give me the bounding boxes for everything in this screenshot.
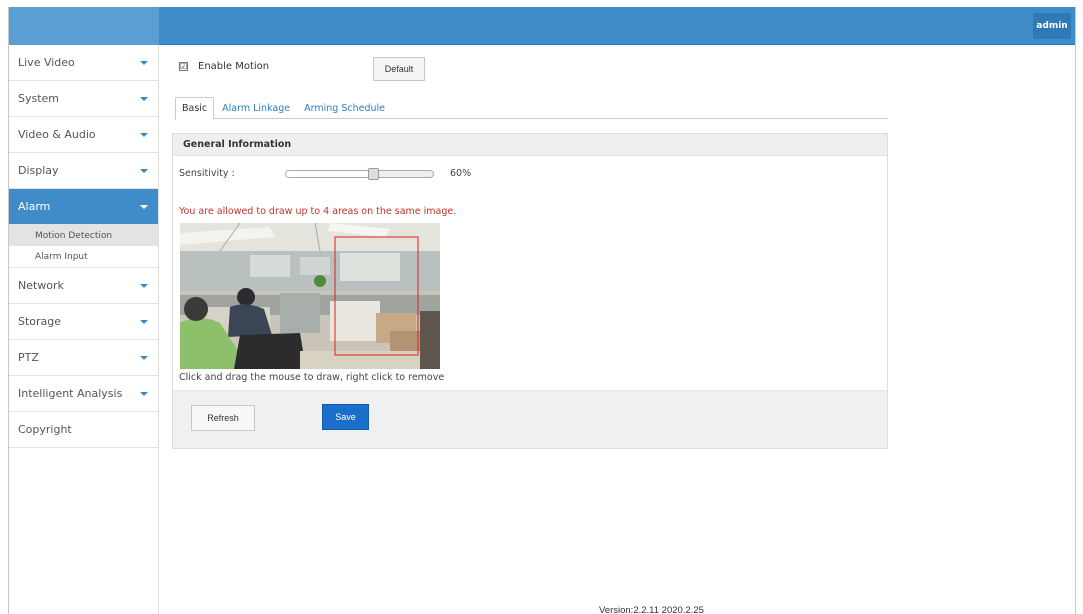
sidebar-item-system[interactable]: System <box>9 81 158 117</box>
sidebar: Live Video System Video & Audio Display … <box>9 45 159 614</box>
sensitivity-slider[interactable] <box>285 168 434 180</box>
chevron-down-icon <box>140 132 148 137</box>
sidebar-item-label: Video & Audio <box>18 128 96 141</box>
sidebar-item-label: Alarm <box>18 200 51 213</box>
user-menu-button[interactable]: admin <box>1033 13 1071 39</box>
refresh-button[interactable]: Refresh <box>191 405 255 431</box>
sensitivity-value: 60% <box>450 168 472 179</box>
sidebar-item-label: Intelligent Analysis <box>18 387 123 400</box>
sidebar-item-label: PTZ <box>18 351 39 364</box>
chevron-down-icon <box>140 204 148 209</box>
version-text: Version:2.2.11 2020.2.25 <box>599 605 704 614</box>
sidebar-item-label: Live Video <box>18 56 75 69</box>
sidebar-item-live-video[interactable]: Live Video <box>9 45 158 81</box>
draw-limit-warning: You are allowed to draw up to 4 areas on… <box>179 206 457 217</box>
camera-preview-image <box>180 223 440 369</box>
sidebar-item-label: Network <box>18 279 64 292</box>
sidebar-item-storage[interactable]: Storage <box>9 304 158 340</box>
sidebar-item-alarm[interactable]: Alarm <box>9 189 158 225</box>
sidebar-item-label: Copyright <box>18 423 72 436</box>
motion-area-canvas[interactable] <box>180 223 440 369</box>
sidebar-item-intelligent-analysis[interactable]: Intelligent Analysis <box>9 376 158 412</box>
logo-area <box>9 7 159 45</box>
slider-track-fill <box>286 171 374 177</box>
chevron-down-icon <box>140 319 148 324</box>
chevron-down-icon <box>140 391 148 396</box>
app-frame: admin Live Video System Video & Audio Di… <box>8 7 1076 614</box>
sensitivity-label: Sensitivity : <box>179 168 235 179</box>
sidebar-item-network[interactable]: Network <box>9 268 158 304</box>
tab-arming-schedule[interactable]: Arming Schedule <box>298 97 391 119</box>
chevron-down-icon <box>140 96 148 101</box>
save-button[interactable]: Save <box>322 404 369 430</box>
sidebar-item-ptz[interactable]: PTZ <box>9 340 158 376</box>
sidebar-item-label: Storage <box>18 315 62 328</box>
tab-alarm-linkage[interactable]: Alarm Linkage <box>216 97 296 119</box>
enable-motion-checkbox[interactable]: ☑ <box>179 62 188 71</box>
chevron-down-icon <box>140 60 148 65</box>
panel-footer: Refresh Save <box>173 390 887 448</box>
general-information-panel: General Information Sensitivity : 60% Yo… <box>172 133 888 449</box>
sidebar-item-display[interactable]: Display <box>9 153 158 189</box>
main-content: ☑ Enable Motion Default Basic Alarm Link… <box>159 45 1075 614</box>
panel-title: General Information <box>173 134 887 156</box>
chevron-down-icon <box>140 355 148 360</box>
tab-bar: Basic Alarm Linkage Arming Schedule <box>175 97 888 120</box>
top-bar: admin <box>9 7 1075 45</box>
sidebar-subitem-motion-detection[interactable]: Motion Detection <box>9 225 158 246</box>
sidebar-item-label: System <box>18 92 60 105</box>
chevron-down-icon <box>140 283 148 288</box>
sidebar-item-video-audio[interactable]: Video & Audio <box>9 117 158 153</box>
draw-hint-text: Click and drag the mouse to draw, right … <box>179 372 445 383</box>
sidebar-item-copyright[interactable]: Copyright <box>9 412 158 448</box>
chevron-down-icon <box>140 168 148 173</box>
enable-motion-label: Enable Motion <box>198 61 270 72</box>
default-button[interactable]: Default <box>373 57 425 81</box>
sidebar-item-label: Display <box>18 164 59 177</box>
slider-handle[interactable] <box>368 168 379 180</box>
alarm-submenu: Motion Detection Alarm Input <box>9 225 158 268</box>
sidebar-subitem-alarm-input[interactable]: Alarm Input <box>9 246 158 267</box>
tab-basic[interactable]: Basic <box>175 97 215 120</box>
enable-motion-row: ☑ Enable Motion <box>179 61 269 72</box>
